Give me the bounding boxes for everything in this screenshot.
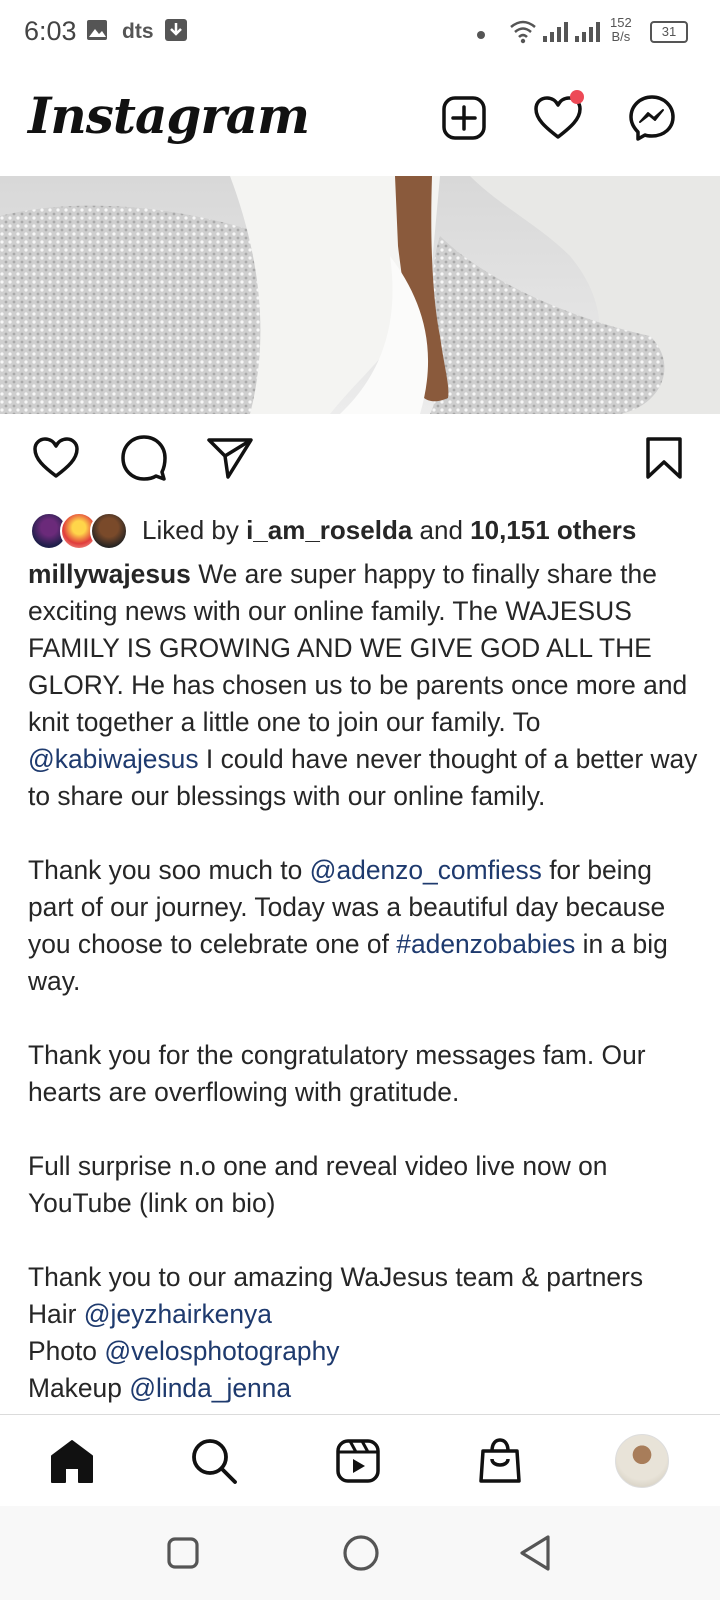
nav-shop[interactable] <box>472 1433 528 1489</box>
share-button[interactable] <box>202 430 258 486</box>
comment-icon <box>121 435 167 481</box>
caption-paragraph-5: Thank you to our amazing WaJesus team & … <box>28 1262 644 1292</box>
mention-link[interactable]: @kabiwajesus <box>28 744 199 774</box>
credit-label: Photo <box>28 1336 97 1366</box>
nav-home[interactable] <box>44 1433 100 1489</box>
credit-label: Hair <box>28 1299 77 1329</box>
search-icon <box>192 1439 237 1484</box>
mention-link[interactable]: @velosphotography <box>104 1336 339 1366</box>
status-bar: 6:03 dts 152 B/s 31 <box>0 0 720 62</box>
activity-button[interactable] <box>532 90 584 144</box>
messenger-icon <box>629 95 675 141</box>
messenger-button[interactable] <box>626 92 678 144</box>
liked-by-prefix: Liked by <box>142 514 239 545</box>
credit-photo: Photo @velosphotography <box>28 1333 698 1370</box>
nav-search[interactable] <box>186 1433 242 1489</box>
back-icon <box>520 1535 550 1571</box>
shop-icon <box>479 1438 521 1483</box>
like-icon <box>33 437 79 478</box>
system-nav-bar <box>0 1506 720 1600</box>
dot-icon <box>476 27 486 45</box>
net-speed-unit: B/s <box>611 29 631 44</box>
mention-link[interactable]: @jeyzhairkenya <box>84 1299 272 1329</box>
download-icon <box>164 18 188 47</box>
nav-reels[interactable] <box>330 1433 386 1489</box>
gallery-notification-icon <box>86 19 108 46</box>
app-top-bar: Instagram <box>0 62 720 174</box>
liker-avatars <box>30 510 130 550</box>
caption-paragraph-3: Thank you for the congratulatory message… <box>28 1040 646 1107</box>
mention-link[interactable]: @adenzo_comfiess <box>310 855 542 885</box>
post-caption: millywajesus We are super happy to final… <box>28 556 698 1407</box>
instagram-logo[interactable]: Instagram <box>28 86 310 145</box>
like-button[interactable] <box>28 430 84 486</box>
post-author[interactable]: millywajesus <box>28 559 191 589</box>
profile-avatar <box>615 1434 669 1488</box>
status-time: 6:03 <box>24 16 77 46</box>
signal-icon-2 <box>574 20 602 49</box>
reels-icon <box>336 1439 380 1483</box>
caption-paragraph-2: Thank you soo much to @adenzo_comfiess f… <box>28 852 698 1000</box>
liker-avatar-3 <box>90 512 128 550</box>
share-icon <box>207 438 253 479</box>
caption-paragraph-4: Full surprise n.o one and reveal video l… <box>28 1151 608 1218</box>
comment-button[interactable] <box>116 430 172 486</box>
system-home-button[interactable] <box>336 1528 386 1578</box>
net-speed-value: 152 <box>610 15 632 30</box>
hashtag-link[interactable]: #adenzobabies <box>396 929 575 959</box>
liked-by-text: Liked by i_am_roselda and 10,151 others <box>142 515 636 546</box>
carrier-label: dts <box>122 20 154 43</box>
credit-makeup: Makeup @linda_jenna <box>28 1370 698 1407</box>
notification-dot <box>570 90 584 104</box>
nav-profile[interactable] <box>614 1433 670 1489</box>
caption-text: Thank you soo much to <box>28 855 303 885</box>
mention-link[interactable]: @linda_jenna <box>129 1373 291 1403</box>
signal-icon-1 <box>542 20 570 49</box>
recents-button[interactable] <box>158 1528 208 1578</box>
liked-by-others[interactable]: 10,151 others <box>470 515 636 545</box>
home-circle-icon <box>343 1535 379 1571</box>
likes-row[interactable]: Liked by i_am_roselda and 10,151 others <box>30 508 710 552</box>
caption-paragraph-1: millywajesus We are super happy to final… <box>28 556 698 815</box>
save-icon <box>646 437 682 479</box>
battery-icon: 31 <box>650 21 688 43</box>
liked-by-user[interactable]: i_am_roselda <box>246 515 412 545</box>
post-actions <box>0 430 720 490</box>
wifi-icon <box>508 18 538 49</box>
bottom-nav-bar <box>0 1414 720 1507</box>
new-post-button[interactable] <box>438 92 490 144</box>
home-icon <box>51 1440 93 1483</box>
system-back-button[interactable] <box>510 1528 560 1578</box>
post-image[interactable] <box>0 176 720 414</box>
recents-icon <box>167 1537 199 1569</box>
net-speed: 152 B/s <box>610 16 632 44</box>
credit-label: Makeup <box>28 1373 122 1403</box>
liked-by-and: and <box>419 514 463 545</box>
new-post-icon <box>442 96 486 140</box>
save-button[interactable] <box>636 430 692 486</box>
credit-hair: Hair @jeyzhairkenya <box>28 1296 698 1333</box>
